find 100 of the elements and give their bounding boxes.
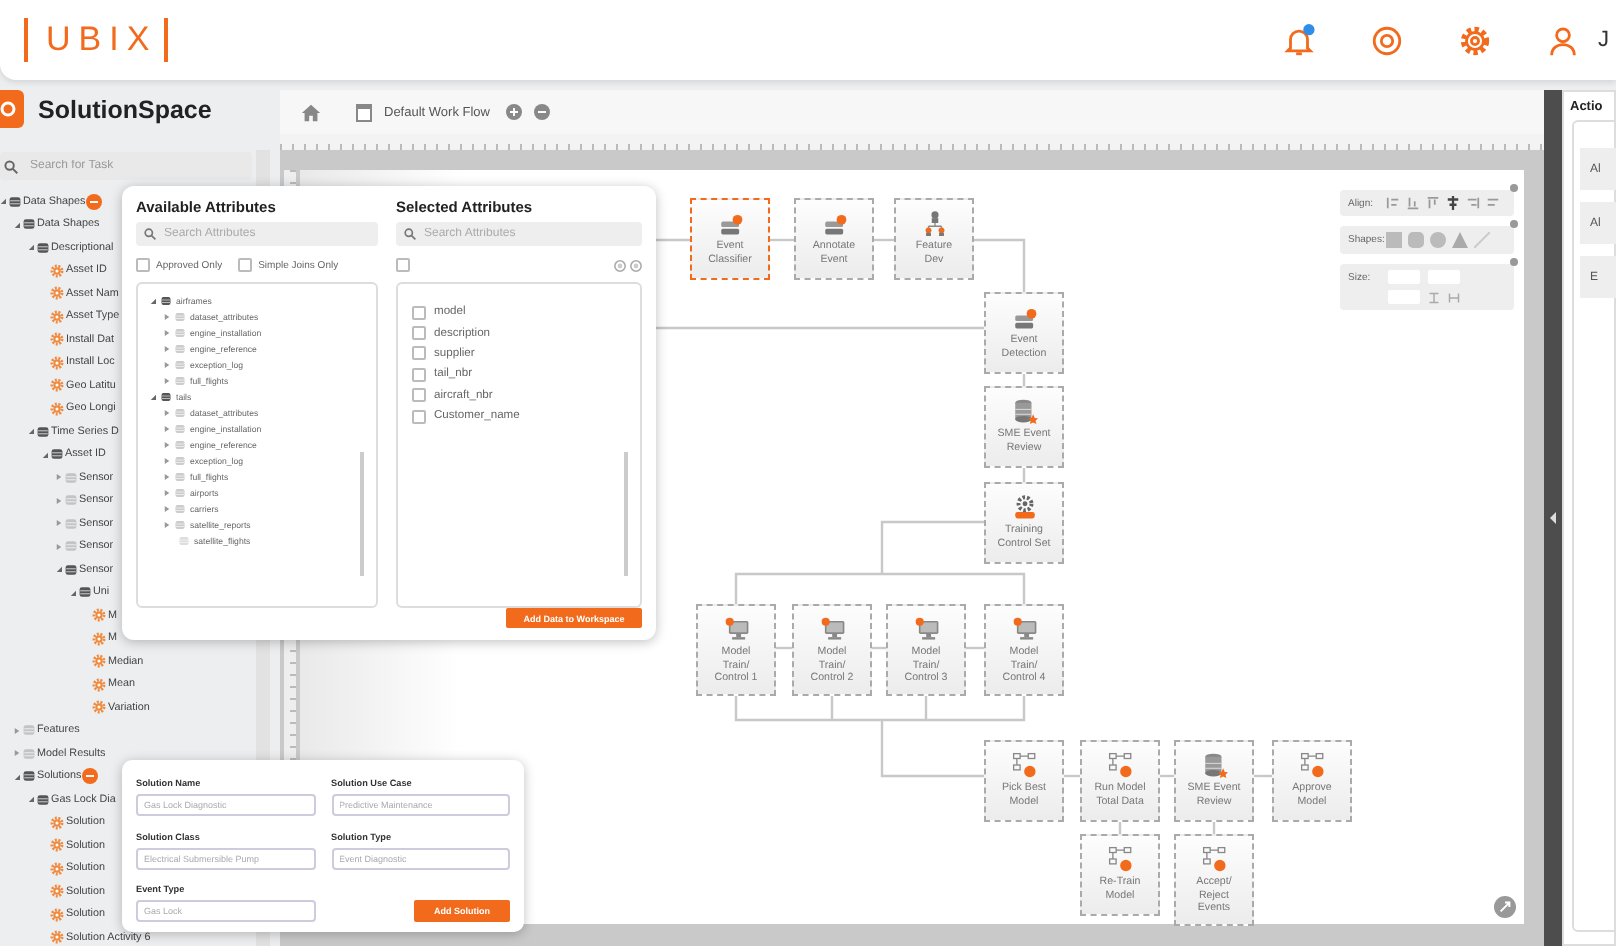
table-icon	[174, 503, 186, 513]
checkbox[interactable]	[396, 258, 410, 272]
database-icon	[63, 471, 77, 484]
circle-icon[interactable]	[1430, 232, 1446, 248]
checkbox[interactable]	[412, 305, 426, 320]
database-icon	[63, 517, 77, 530]
caret-icon[interactable]	[164, 377, 170, 383]
database-icon	[35, 241, 49, 254]
search-icon	[144, 228, 156, 240]
scrollbar[interactable]	[360, 452, 364, 576]
table-icon	[174, 327, 186, 337]
database-icon	[35, 425, 49, 438]
table-icon	[178, 535, 190, 545]
caret-icon[interactable]	[164, 505, 170, 511]
database-icon	[35, 793, 49, 806]
connector	[974, 238, 1026, 292]
resize-icon[interactable]	[1494, 896, 1516, 918]
bell-icon[interactable]	[1282, 23, 1316, 57]
scrollbar[interactable]	[624, 452, 628, 576]
database-icon	[21, 747, 35, 760]
align-icon[interactable]	[1446, 196, 1460, 210]
database-icon	[63, 540, 77, 553]
checkbox[interactable]	[412, 326, 426, 341]
database-icon	[21, 724, 35, 737]
caret-icon[interactable]	[164, 473, 170, 479]
pin-icon[interactable]	[1510, 220, 1518, 228]
table-icon	[174, 471, 186, 481]
database-icon	[21, 218, 35, 231]
caret-icon[interactable]	[164, 361, 170, 367]
server-icon	[1011, 304, 1037, 330]
table-icon	[174, 311, 186, 321]
monitor-icon	[1011, 616, 1037, 642]
checkbox[interactable]	[412, 409, 426, 424]
user-icon[interactable]	[1546, 23, 1580, 57]
caret-icon[interactable]	[164, 425, 170, 431]
database-icon	[63, 494, 77, 507]
rounded-square-icon[interactable]	[1408, 232, 1424, 248]
search-icon	[404, 228, 416, 240]
minus-icon[interactable]	[86, 193, 103, 210]
checkbox[interactable]	[238, 258, 253, 272]
caret-icon[interactable]	[164, 409, 170, 415]
table-icon	[174, 407, 186, 417]
caret-icon[interactable]	[164, 489, 170, 495]
target-icon[interactable]	[1370, 23, 1404, 57]
table-icon	[174, 343, 186, 353]
app-icon	[0, 90, 24, 128]
table-icon	[174, 487, 186, 497]
caret-icon[interactable]	[164, 329, 170, 335]
database-icon	[77, 586, 91, 599]
minus-icon[interactable]	[533, 104, 550, 120]
caret-icon[interactable]	[164, 441, 170, 447]
table-icon	[174, 455, 186, 465]
flow-icon	[1107, 846, 1133, 872]
logo: UBIX	[24, 18, 168, 62]
fit-width-icon[interactable]	[1448, 291, 1460, 303]
table-icon	[160, 391, 172, 401]
pin-icon[interactable]	[1510, 184, 1518, 192]
checkbox[interactable]	[412, 346, 426, 361]
table-icon	[160, 295, 172, 305]
triangle-icon[interactable]	[1452, 232, 1468, 248]
caret-icon[interactable]	[164, 313, 170, 319]
app-title: SolutionSpace	[38, 95, 212, 123]
flow-icon	[1011, 752, 1037, 778]
monitor-icon	[819, 616, 845, 642]
connector	[770, 238, 794, 242]
collapse-icon[interactable]	[1550, 512, 1556, 524]
table-icon	[174, 423, 186, 433]
caret-icon[interactable]	[164, 521, 170, 527]
caret-icon[interactable]	[150, 297, 156, 303]
table-icon	[174, 359, 186, 369]
database-icon	[21, 770, 35, 783]
user-name[interactable]: J	[1598, 28, 1616, 52]
settings-icon[interactable]	[1458, 23, 1492, 57]
search-icon	[4, 159, 18, 173]
home-icon[interactable]	[300, 101, 322, 123]
circle-icon[interactable]	[630, 259, 642, 271]
server-icon	[821, 210, 847, 236]
plus-icon[interactable]	[505, 104, 522, 120]
database-icon	[49, 448, 63, 461]
fit-height-icon[interactable]	[1428, 291, 1440, 303]
pin-icon[interactable]	[1510, 258, 1518, 266]
caret-icon[interactable]	[150, 393, 156, 399]
collapse-handle[interactable]	[1544, 90, 1562, 946]
caret-icon[interactable]	[164, 345, 170, 351]
checkbox[interactable]	[412, 388, 426, 403]
gear-icon	[1011, 494, 1037, 520]
database-icon	[63, 563, 77, 576]
checkbox[interactable]	[136, 258, 150, 272]
connector	[656, 238, 690, 242]
flow-icon	[1107, 752, 1133, 778]
checkbox[interactable]	[412, 367, 426, 382]
database-icon	[1201, 752, 1227, 778]
minus-icon[interactable]	[82, 768, 99, 785]
caret-icon[interactable]	[164, 457, 170, 463]
circle-icon[interactable]	[614, 259, 626, 271]
server-icon	[717, 210, 743, 236]
document-icon	[356, 103, 372, 121]
database-icon	[7, 195, 21, 208]
table-icon	[174, 439, 186, 449]
monitor-icon	[723, 616, 749, 642]
